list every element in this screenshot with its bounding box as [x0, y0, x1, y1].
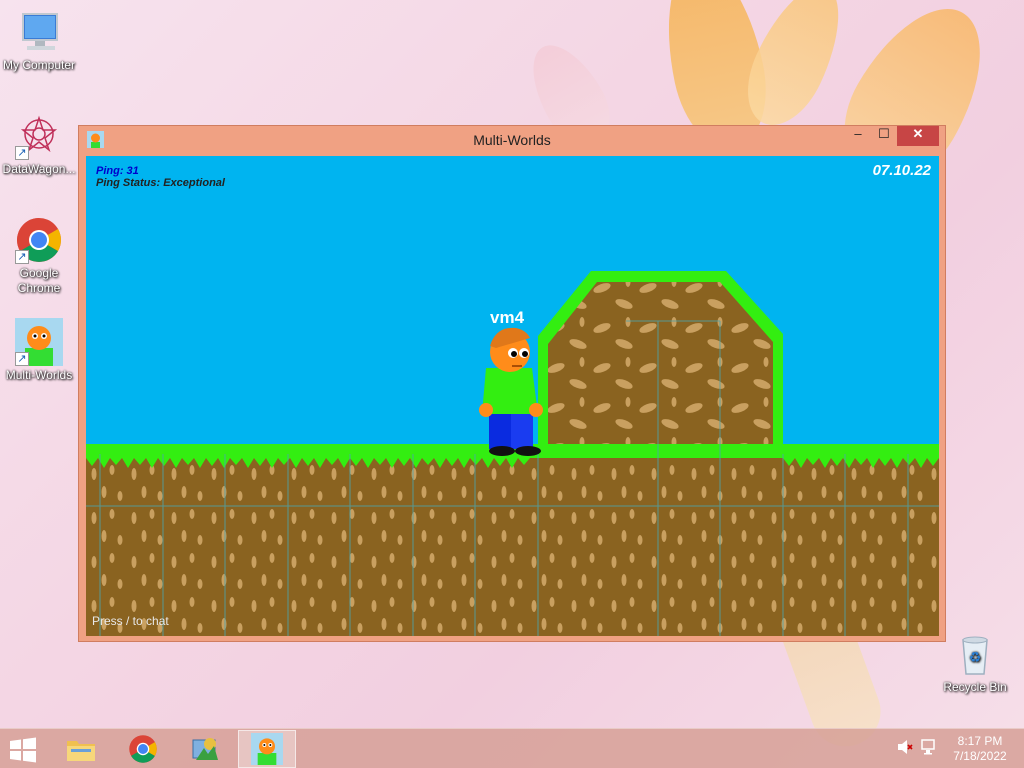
multi-worlds-icon — [251, 733, 283, 765]
player-name-tag: vm4 — [490, 308, 525, 327]
minimize-button[interactable]: – — [845, 126, 871, 146]
shortcut-arrow-icon: ↗ — [15, 352, 29, 366]
game-canvas[interactable]: Ping: 31 Ping Status: Exceptional 07.10.… — [86, 156, 939, 636]
clock-time: 8:17 PM — [957, 734, 1003, 748]
ping-status-label: Ping Status: Exceptional — [96, 177, 225, 189]
window-titlebar[interactable]: Multi-Worlds – ☐ ✕ — [79, 126, 945, 154]
recycle-bin-icon: ♻ — [951, 630, 999, 678]
clock-date: 7/18/2022 — [953, 749, 1007, 763]
folder-icon — [67, 741, 95, 761]
multi-worlds-window: Multi-Worlds – ☐ ✕ Ping: 31 Ping Status:… — [78, 125, 946, 642]
volume-muted-icon[interactable] — [896, 737, 914, 762]
computer-icon — [15, 8, 63, 56]
maximize-button[interactable]: ☐ — [871, 126, 897, 146]
desktop-icon-recycle-bin[interactable]: ♻ Recycle Bin — [936, 630, 1014, 695]
desktop-icon-my-computer[interactable]: My Computer — [0, 8, 78, 73]
ground — [86, 454, 939, 636]
game-scene — [86, 271, 939, 636]
svg-text:♻: ♻ — [969, 650, 982, 666]
desktop-icon-label: My Computer — [2, 58, 76, 72]
windows-logo-icon — [10, 737, 36, 763]
desktop-icon-label: Multi-Worlds — [5, 368, 73, 382]
desktop-icon-label: Google Chrome — [17, 266, 61, 295]
multi-worlds-icon: ↗ — [15, 318, 63, 366]
datawagon-logo-icon: ↗ — [15, 112, 63, 160]
taskbar-multi-worlds[interactable] — [238, 730, 296, 768]
window-title: Multi-Worlds — [473, 132, 551, 148]
desktop-icon-google-chrome[interactable]: ↗ Google Chrome — [0, 216, 78, 296]
shortcut-arrow-icon: ↗ — [15, 146, 29, 160]
hill-dirt — [548, 282, 773, 456]
taskbar-clock[interactable]: 8:17 PM 7/18/2022 — [944, 734, 1016, 764]
control-panel-icon — [192, 738, 218, 760]
network-icon[interactable] — [920, 737, 938, 762]
start-button[interactable] — [8, 737, 38, 763]
chrome-icon: ↗ — [15, 216, 63, 264]
chat-hint: Press / to chat — [92, 614, 169, 628]
taskbar-system-tool[interactable] — [176, 730, 234, 768]
taskbar-file-explorer[interactable] — [52, 730, 110, 768]
taskbar: 8:17 PM 7/18/2022 — [0, 728, 1024, 768]
player-character — [479, 327, 543, 456]
date-label: 07.10.22 — [872, 162, 931, 179]
shortcut-arrow-icon: ↗ — [15, 250, 29, 264]
taskbar-google-chrome[interactable] — [114, 730, 172, 768]
ping-label: Ping: 31 — [96, 165, 139, 177]
desktop-icon-label: Recycle Bin — [943, 680, 1007, 694]
desktop-icon-multi-worlds[interactable]: ↗ Multi-Worlds — [0, 318, 78, 383]
close-button[interactable]: ✕ — [897, 126, 939, 146]
desktop-icon-datawagon[interactable]: ↗ DataWagon... — [0, 112, 78, 177]
desktop-icon-label: DataWagon... — [2, 162, 76, 176]
chrome-icon — [129, 735, 157, 763]
